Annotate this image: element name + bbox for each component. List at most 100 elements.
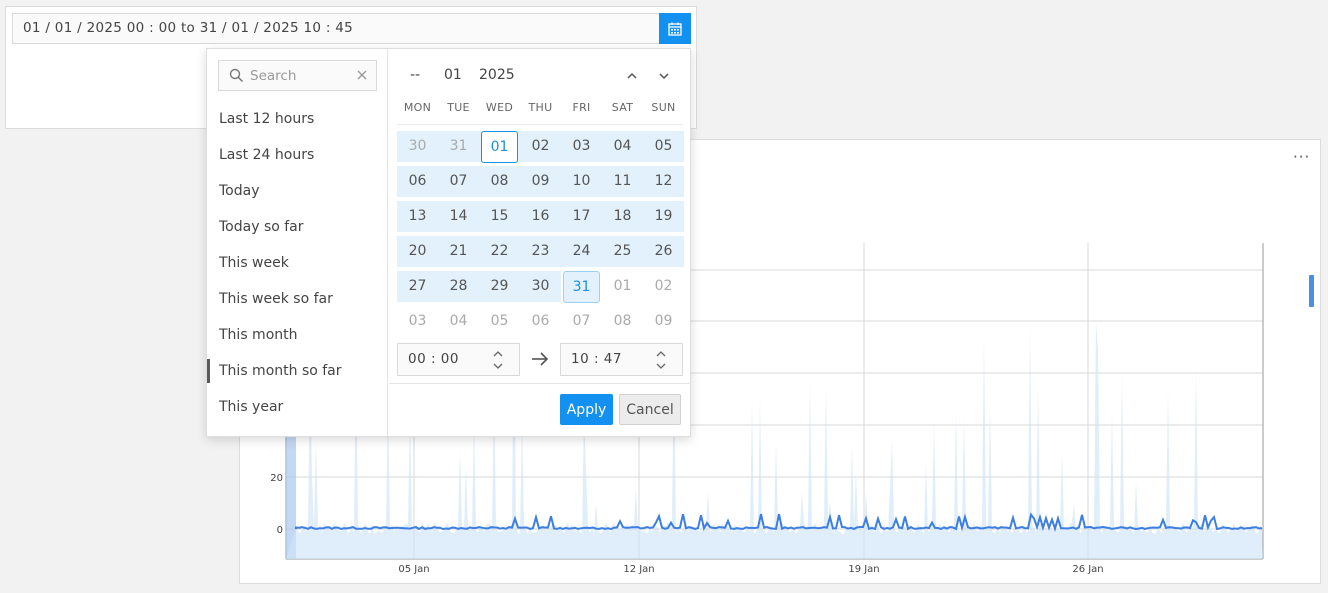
day-cell[interactable]: 16	[520, 201, 561, 232]
preset-item[interactable]: This year	[207, 389, 387, 425]
search-icon	[229, 68, 244, 83]
weekday-label: WED	[485, 101, 514, 114]
day-cell[interactable]: 31	[438, 131, 479, 162]
spinner-icon[interactable]	[656, 349, 666, 371]
scroll-indicator[interactable]	[1309, 275, 1314, 307]
preset-item[interactable]: Today	[207, 173, 387, 209]
day-cell[interactable]: 15	[479, 201, 520, 232]
day-cell[interactable]: 30	[397, 131, 438, 162]
clear-icon[interactable]	[356, 69, 368, 81]
day-cell[interactable]: 20	[397, 236, 438, 267]
range-start-day[interactable]: 01	[481, 131, 518, 163]
week-row: 03 04 05 06 07 08 09	[397, 304, 685, 339]
day-cell[interactable]: 03	[561, 131, 602, 162]
day-cell[interactable]: 05	[479, 306, 520, 337]
day-cell[interactable]: 27	[397, 271, 438, 302]
day-cell[interactable]: 29	[479, 271, 520, 302]
day-cell[interactable]: 23	[520, 236, 561, 267]
x-tick-label: 26 Jan	[1072, 564, 1103, 575]
y-tick-label: 0	[277, 525, 283, 536]
day-cell[interactable]: 04	[438, 306, 479, 337]
day-cell[interactable]: 22	[479, 236, 520, 267]
spinner-icon[interactable]	[493, 349, 503, 371]
day-cell[interactable]: 25	[602, 236, 643, 267]
divider	[397, 124, 683, 125]
day-grid: 30 31 01 02 03 04 05 06 07 08 09 10 11 12 13 14 15 16 17 18…	[397, 129, 685, 339]
day-cell[interactable]: 07	[438, 166, 479, 197]
time-to-input[interactable]: 10 : 47	[560, 343, 683, 376]
x-tick-label: 05 Jan	[398, 564, 429, 575]
month-placeholder[interactable]: --	[410, 67, 420, 83]
day-cell[interactable]: 01	[602, 271, 643, 302]
day-cell[interactable]: 04	[602, 131, 643, 162]
calendar-button[interactable]	[659, 13, 691, 44]
date-range-dropdown: Last 12 hoursLast 24 hoursTodayToday so …	[206, 48, 691, 437]
preset-item[interactable]: Last 24 hours	[207, 137, 387, 173]
time-to-value: 10 : 47	[571, 351, 622, 367]
search-box	[218, 60, 377, 91]
apply-button[interactable]: Apply	[560, 394, 613, 425]
day-cell[interactable]: 09	[520, 166, 561, 197]
arrow-right-icon	[532, 352, 549, 366]
preset-item[interactable]: This week	[207, 245, 387, 281]
preset-panel: Last 12 hoursLast 24 hoursTodayToday so …	[207, 49, 388, 436]
date-range-input[interactable]: 01 / 01 / 2025 00 : 00 to 31 / 01 / 2025…	[12, 13, 659, 44]
weekday-label: THU	[528, 101, 553, 114]
day-cell[interactable]: 21	[438, 236, 479, 267]
day-cell[interactable]: 06	[397, 166, 438, 197]
month-label[interactable]: 01	[444, 67, 462, 83]
search-input[interactable]	[250, 66, 350, 86]
day-cell[interactable]: 02	[643, 271, 684, 302]
calendar-icon	[668, 22, 682, 36]
day-cell[interactable]: 31	[561, 271, 602, 303]
preset-item[interactable]: This week so far	[207, 281, 387, 317]
weekday-label: SUN	[651, 101, 676, 114]
time-row: 00 : 00 10 : 47	[397, 343, 683, 377]
day-cell[interactable]: 17	[561, 201, 602, 232]
day-cell[interactable]: 30	[520, 271, 561, 302]
week-row: 06 07 08 09 10 11 12	[397, 164, 685, 199]
week-row: 20 21 22 23 24 25 26	[397, 234, 685, 269]
day-cell[interactable]: 19	[643, 201, 684, 232]
weekday-label: SAT	[611, 101, 634, 114]
day-cell[interactable]: 07	[561, 306, 602, 337]
day-cell[interactable]: 03	[397, 306, 438, 337]
day-cell[interactable]: 14	[438, 201, 479, 232]
day-cell[interactable]: 13	[397, 201, 438, 232]
more-options-icon[interactable]: ···	[1293, 148, 1311, 166]
year-label[interactable]: 2025	[479, 67, 515, 83]
calendar-header: -- 01 2025	[389, 67, 691, 87]
weekday-label: MON	[403, 101, 432, 114]
preset-list: Last 12 hours Last 24 hours Today Today so …	[207, 101, 387, 425]
day-cell[interactable]: 28	[438, 271, 479, 302]
cancel-button[interactable]: Cancel	[619, 394, 681, 425]
day-cell[interactable]: 01	[479, 131, 520, 163]
day-cell[interactable]: 06	[520, 306, 561, 337]
weekday-label: TUE	[447, 101, 470, 114]
day-cell[interactable]: 26	[643, 236, 684, 267]
day-cell[interactable]: 08	[602, 306, 643, 337]
x-tick-label: 12 Jan	[623, 564, 654, 575]
day-cell[interactable]: 02	[520, 131, 561, 162]
range-end-day[interactable]: 31	[563, 271, 600, 303]
day-cell[interactable]: 10	[561, 166, 602, 197]
preset-item[interactable]: Last 12 hours	[207, 101, 387, 137]
preset-item[interactable]: Today so far	[207, 209, 387, 245]
chevron-down-icon[interactable]	[657, 69, 671, 83]
week-row: 30 31 01 02 03 04 05	[397, 129, 685, 164]
time-from-input[interactable]: 00 : 00	[397, 343, 520, 376]
day-cell[interactable]: 24	[561, 236, 602, 267]
y-tick-label: 20	[270, 473, 283, 484]
weekday-label: FRI	[572, 101, 591, 114]
day-cell[interactable]: 18	[602, 201, 643, 232]
day-cell[interactable]: 11	[602, 166, 643, 197]
day-cell[interactable]: 09	[643, 306, 684, 337]
day-cell[interactable]: 05	[643, 131, 684, 162]
weekday-header: MON TUE WED THU FRI SAT SUN	[397, 101, 684, 114]
divider	[389, 383, 691, 384]
day-cell[interactable]: 12	[643, 166, 684, 197]
preset-item[interactable]: This month so far	[207, 353, 387, 389]
preset-item[interactable]: This month	[207, 317, 387, 353]
day-cell[interactable]: 08	[479, 166, 520, 197]
chevron-up-icon[interactable]	[625, 69, 639, 83]
